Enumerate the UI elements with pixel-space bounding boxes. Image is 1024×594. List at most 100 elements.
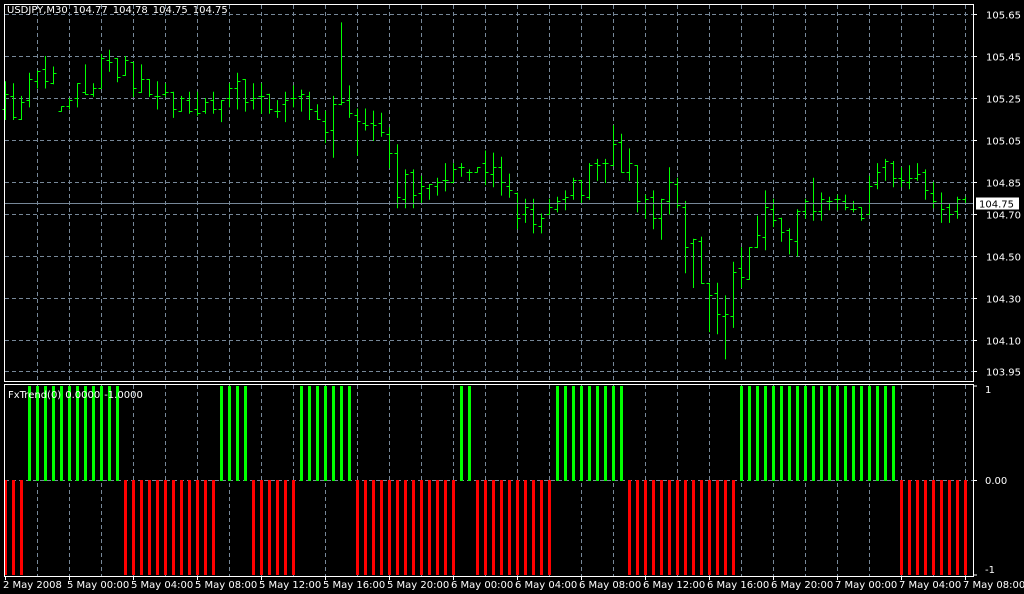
trend-bar-up [740,386,743,481]
indicator-axis: 1 0.00 -1 [973,385,1007,576]
ohlc-bar [650,190,657,230]
trend-bar-down [900,480,903,575]
ohlc-bar [10,83,17,120]
trend-bar-up [308,386,311,481]
ohlc-bar [682,200,689,274]
trend-bar-down [940,480,943,575]
price-tick-label: 104.30 [986,295,1021,306]
trend-bar-down [380,480,383,575]
ohlc-bar [242,79,249,112]
trend-bar-up [860,386,863,481]
ohlc-bar [34,70,41,89]
trend-bar-up [300,386,303,481]
ohlc-bar [226,83,233,108]
ohlc-bar [282,91,289,123]
trend-bar-up [564,386,567,481]
trend-bar-up [228,386,231,481]
trend-bar-down [404,480,407,575]
ohlc-bar [874,163,881,190]
trend-bar-down [132,480,135,575]
trend-bar-up [348,386,351,481]
trend-bar-down [436,480,439,575]
ohlc-bar [730,261,737,328]
ohlc-bar [786,228,793,255]
ohlc-bar [514,192,521,230]
time-tick-label: 2 May 2008 [3,580,62,591]
trend-bar-up [804,386,807,481]
ohlc-bar [66,98,73,110]
time-tick-label: 6 May 00:00 [451,580,513,591]
trend-bar-down [548,480,551,575]
ohlc-bar [114,58,121,83]
chart-canvas: 105.65105.45105.25105.05104.85104.70104.… [2,4,1024,591]
trend-bar-down [356,480,359,575]
price-axis: 105.65105.45105.25105.05104.85104.70104.… [973,11,1021,379]
ohlc-bar [210,91,217,114]
trend-bar-down [932,480,935,575]
trend-bar-up [852,386,855,481]
ohlc-bar [466,169,473,181]
ohlc-bar [42,56,49,89]
trend-bar-down [364,480,367,575]
ohlc-bar [498,156,505,196]
trend-bar-down [124,480,127,575]
time-tick-label: 5 May 20:00 [387,580,449,591]
ohlc-bar [378,112,385,137]
trend-bar-down [164,480,167,575]
trend-bar-down [484,480,487,575]
ohlc-bar [482,150,489,186]
ohlc-bar [330,95,337,158]
trend-bar-down [644,480,647,575]
trend-bar-up [572,386,575,481]
trend-bar-down [12,480,15,575]
ohlc-bar [834,194,841,211]
price-tick-label: 105.25 [986,95,1021,106]
price-tick-label: 104.70 [986,211,1021,222]
trend-bar-up [764,386,767,481]
trend-bar-down [964,480,967,575]
trend-bar-down [628,480,631,575]
trend-bar-up [604,386,607,481]
trend-bar-down [260,480,263,575]
trend-bar-down [708,480,711,575]
ohlc-bar [546,198,553,215]
ohlc-bar [370,110,377,141]
time-tick-label: 5 May 04:00 [131,580,193,591]
time-tick-label: 5 May 16:00 [323,580,385,591]
ohlc-bar [426,184,433,200]
ohlc-bar [922,169,929,200]
trend-bar-up [868,386,871,481]
time-tick-label: 6 May 04:00 [515,580,577,591]
trend-bar-down [420,480,423,575]
trend-bar-down [268,480,271,575]
ohlc-bar [698,236,705,284]
trend-bar-up [820,386,823,481]
time-tick-label: 6 May 20:00 [771,580,833,591]
ohlc-bar [802,198,809,219]
ohlc-bar [746,247,753,280]
trend-bar-up [884,386,887,481]
trend-bar-up [220,386,223,481]
trend-bar-down [676,480,679,575]
ohlc-bar [594,158,601,181]
time-tick-label: 6 May 08:00 [579,580,641,591]
ohlc-bar [570,177,577,200]
trend-bar-up [460,386,463,481]
price-tick-label: 105.05 [986,137,1021,148]
trend-bar-down [452,480,455,575]
trend-bar-up [756,386,759,481]
trend-bar-up [236,386,239,481]
main-panel-frame [4,4,974,382]
header-low: 104.75 [152,5,188,16]
trend-bar-up [556,386,559,481]
trend-bar-up [332,386,335,481]
trend-bar-down [140,480,143,575]
indicator-value-2: -1.0000 [104,390,143,401]
ohlc-bar [898,167,905,188]
trend-bar-down [652,480,655,575]
ohlc-bar [58,106,65,112]
time-tick-label: 7 May 08:00 [963,580,1024,591]
header-open: 104.77 [72,5,108,16]
trend-bar-up [596,386,599,481]
ohlc-bar [50,66,57,85]
